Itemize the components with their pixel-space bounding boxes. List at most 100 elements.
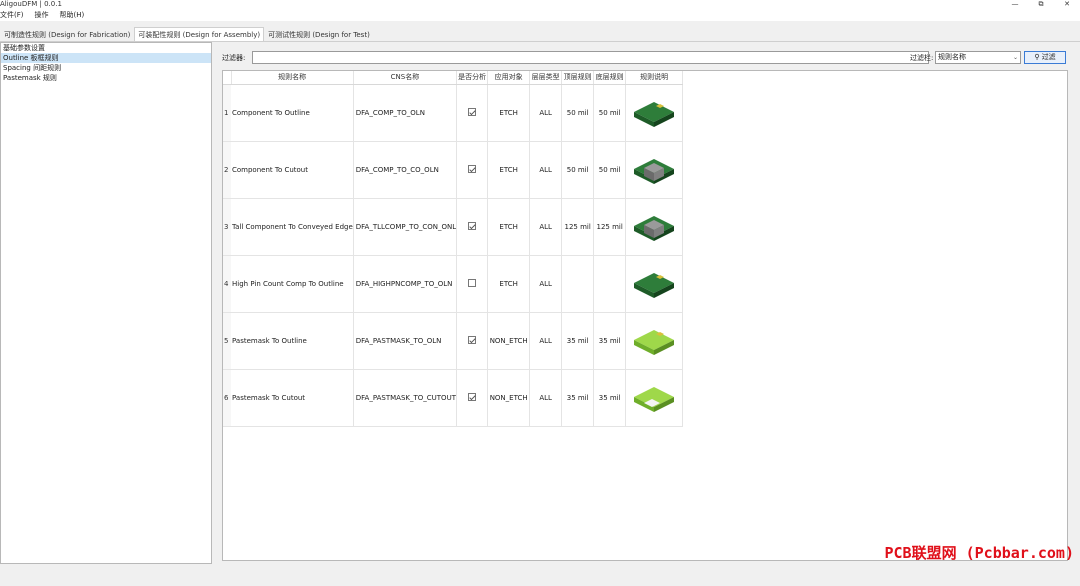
search-icon: ⚲ — [1034, 53, 1040, 61]
layer-type-cell[interactable]: ALL — [529, 369, 563, 427]
target-cell[interactable]: ETCH — [487, 84, 531, 142]
dark-green-board-icon — [630, 94, 678, 132]
header-bottom-rule[interactable]: 底层规则 — [593, 71, 627, 85]
header-target[interactable]: 应用对象 — [487, 71, 531, 85]
dark-green-board-chip-icon — [630, 208, 678, 246]
top-rule-cell[interactable]: 35 mil — [561, 369, 595, 427]
header-top-rule[interactable]: 顶层规则 — [561, 71, 595, 85]
dark-green-board-icon — [630, 265, 678, 303]
bottom-rule-cell[interactable]: 35 mil — [593, 312, 627, 370]
sidebar-item-pastemask[interactable]: Pastemask 规则 — [1, 73, 211, 83]
analyze-checkbox[interactable] — [468, 392, 477, 401]
cns-name-cell[interactable]: DFA_COMP_TO_OLN — [353, 84, 458, 142]
target-cell[interactable]: ETCH — [487, 141, 531, 199]
analyze-checkbox[interactable] — [468, 278, 477, 287]
rule-name-cell[interactable]: Component To Cutout — [231, 141, 354, 199]
chevron-down-icon: ⌄ — [1012, 54, 1018, 61]
description-cell — [625, 369, 684, 427]
header-cns-name[interactable]: CNS名称 — [353, 71, 458, 85]
sidebar-item-basic-params[interactable]: 基础参数设置 — [1, 43, 211, 53]
top-rule-cell[interactable]: 50 mil — [561, 84, 595, 142]
analyze-cell — [456, 369, 489, 427]
bottom-rule-cell[interactable]: 50 mil — [593, 141, 627, 199]
analyze-checkbox[interactable] — [468, 335, 477, 344]
rules-table: 规则名称 CNS名称 是否分析 应用对象 层层类型 顶层规则 底层规则 规则说明… — [223, 71, 684, 427]
tab-test[interactable]: 可测试性规则 (Design for Test) — [264, 27, 374, 41]
table-row[interactable]: 5 Pastemask To Outline DFA_PASTMASK_TO_OLN… — [223, 312, 684, 370]
layer-type-cell[interactable]: ALL — [529, 255, 563, 313]
layer-type-cell[interactable]: ALL — [529, 141, 563, 199]
analyze-checkbox[interactable] — [468, 221, 477, 230]
cns-name-cell[interactable]: DFA_PASTMASK_TO_CUTOUT — [353, 369, 458, 427]
menu-operate[interactable]: 操作 — [35, 10, 54, 21]
filter-column-value: 规则名称 — [938, 53, 966, 61]
maximize-button[interactable]: ⧉ — [1028, 0, 1054, 10]
header-analyze[interactable]: 是否分析 — [456, 71, 489, 85]
rule-category-tree: 基础参数设置 Outline 板框规则 Spacing 间距规则 Pastema… — [0, 42, 212, 564]
menu-file[interactable]: 文件(F) — [0, 10, 29, 21]
table-row[interactable]: 6 Pastemask To Cutout DFA_PASTMASK_TO_CUTO… — [223, 369, 684, 427]
minimize-button[interactable]: — — [1002, 0, 1028, 10]
table-header-row: 规则名称 CNS名称 是否分析 应用对象 层层类型 顶层规则 底层规则 规则说明 — [223, 71, 684, 85]
sidebar-item-spacing[interactable]: Spacing 间距规则 — [1, 63, 211, 73]
cns-name-cell[interactable]: DFA_HIGHPNCOMP_TO_OLN — [353, 255, 458, 313]
analyze-checkbox[interactable] — [468, 107, 477, 116]
top-rule-cell[interactable]: 125 mil — [561, 198, 595, 256]
menu-bar: 文件(F) 操作 帮助(H) — [0, 10, 1080, 21]
bottom-rule-cell[interactable]: 35 mil — [593, 369, 627, 427]
layer-type-cell[interactable]: ALL — [529, 198, 563, 256]
close-button[interactable]: ✕ — [1054, 0, 1080, 10]
analyze-checkbox[interactable] — [468, 164, 477, 173]
filter-button-label: 过滤 — [1041, 53, 1056, 61]
top-rule-cell[interactable]: 35 mil — [561, 312, 595, 370]
filter-bar: 过滤器: 过滤栏: 规则名称 ⌄ ⚲ 过滤 — [222, 51, 1070, 65]
layer-type-cell[interactable]: ALL — [529, 312, 563, 370]
description-cell — [625, 255, 684, 313]
bottom-rule-cell[interactable]: 50 mil — [593, 84, 627, 142]
table-row[interactable]: 4 High Pin Count Comp To Outline DFA_HIGHP… — [223, 255, 684, 313]
title-bar: AligouDFM | 0.0.1 — ⧉ ✕ — [0, 0, 1080, 10]
dark-green-board-chip-icon — [630, 151, 678, 189]
rules-table-container: 规则名称 CNS名称 是否分析 应用对象 层层类型 顶层规则 底层规则 规则说明… — [222, 70, 1068, 561]
target-cell[interactable]: ETCH — [487, 198, 531, 256]
filter-column-select[interactable]: 规则名称 ⌄ — [935, 51, 1021, 64]
target-cell[interactable]: NON_ETCH — [487, 369, 531, 427]
table-row[interactable]: 1 Component To Outline DFA_COMP_TO_OLN ETCH… — [223, 84, 684, 142]
cns-name-cell[interactable]: DFA_PASTMASK_TO_OLN — [353, 312, 458, 370]
cns-name-cell[interactable]: DFA_COMP_TO_CO_OLN — [353, 141, 458, 199]
target-cell[interactable]: NON_ETCH — [487, 312, 531, 370]
tab-fabrication[interactable]: 可制造性规则 (Design for Fabrication) — [0, 27, 134, 41]
tab-assembly[interactable]: 可装配性规则 (Design for Assembly) — [134, 27, 265, 41]
analyze-cell — [456, 141, 489, 199]
watermark: PCB联盟网 (Pcbbar.com) — [884, 544, 1075, 562]
bottom-rule-cell[interactable]: 125 mil — [593, 198, 627, 256]
header-description[interactable]: 规则说明 — [625, 71, 684, 85]
top-rule-cell[interactable]: 50 mil — [561, 141, 595, 199]
bottom-rule-cell[interactable] — [593, 255, 627, 313]
filter-label: 过滤器: — [222, 54, 246, 62]
layer-type-cell[interactable]: ALL — [529, 84, 563, 142]
analyze-cell — [456, 312, 489, 370]
rule-name-cell[interactable]: High Pin Count Comp To Outline — [231, 255, 354, 313]
cns-name-cell[interactable]: DFA_TLLCOMP_TO_CON_ONL — [353, 198, 458, 256]
filter-column-label: 过滤栏: — [910, 54, 934, 62]
description-cell — [625, 141, 684, 199]
table-row[interactable]: 3 Tall Component To Conveyed Edge DFA_TLLC… — [223, 198, 684, 256]
filter-button[interactable]: ⚲ 过滤 — [1024, 51, 1066, 64]
top-rule-cell[interactable] — [561, 255, 595, 313]
filter-input[interactable] — [252, 51, 929, 64]
row-number: 2 — [223, 141, 231, 199]
menu-help[interactable]: 帮助(H) — [60, 10, 90, 21]
rule-name-cell[interactable]: Pastemask To Outline — [231, 312, 354, 370]
light-green-board-cutout-icon — [630, 379, 678, 417]
header-rule-name[interactable]: 规则名称 — [231, 71, 354, 85]
rule-name-cell[interactable]: Component To Outline — [231, 84, 354, 142]
row-number: 4 — [223, 255, 231, 313]
target-cell[interactable]: ETCH — [487, 255, 531, 313]
table-row[interactable]: 2 Component To Cutout DFA_COMP_TO_CO_OLN ET… — [223, 141, 684, 199]
analyze-cell — [456, 255, 489, 313]
rule-name-cell[interactable]: Tall Component To Conveyed Edge — [231, 198, 354, 256]
header-layer-type[interactable]: 层层类型 — [529, 71, 563, 85]
rule-name-cell[interactable]: Pastemask To Cutout — [231, 369, 354, 427]
sidebar-item-outline[interactable]: Outline 板框规则 — [1, 53, 211, 63]
